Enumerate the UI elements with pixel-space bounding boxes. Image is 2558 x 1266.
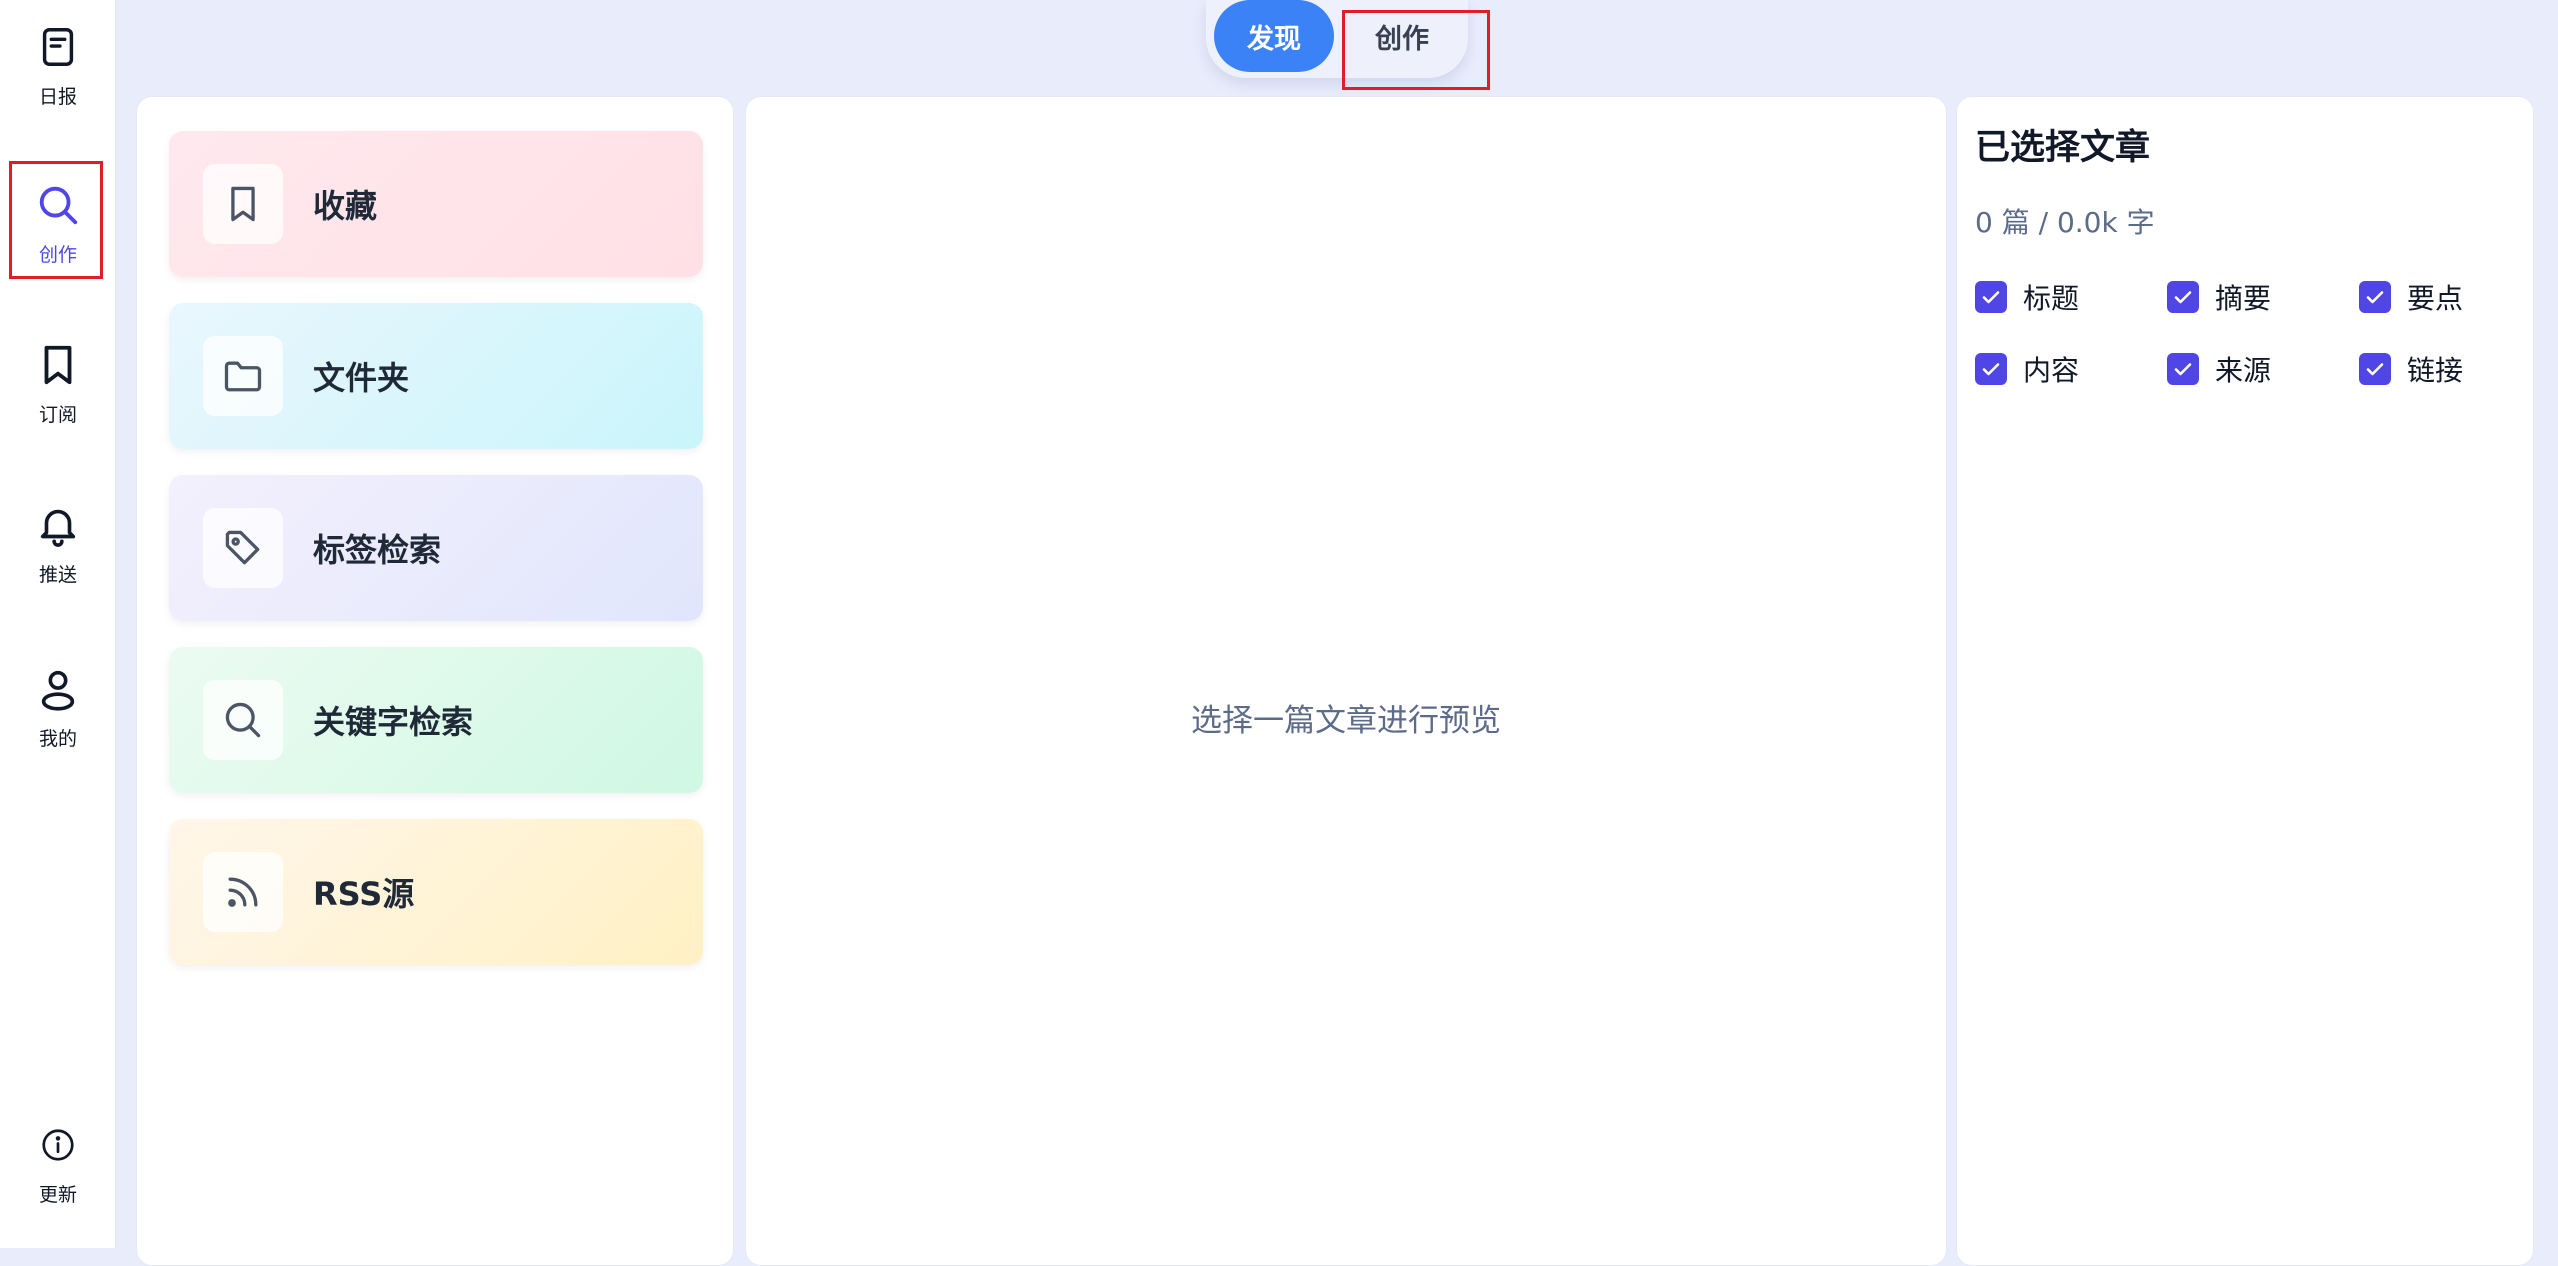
source-card-tag-search[interactable]: 标签检索 — [169, 475, 703, 621]
info-icon — [35, 1122, 81, 1168]
option-label: 摘要 — [2215, 282, 2272, 315]
source-card-label: 收藏 — [313, 187, 378, 225]
option-label: 要点 — [2407, 282, 2464, 315]
source-card-folder[interactable]: 文件夹 — [169, 303, 703, 449]
option-label: 链接 — [2407, 354, 2464, 387]
sidebar-item-update[interactable]: 更新 — [0, 1104, 116, 1224]
checkbox-checked-icon[interactable] — [2167, 353, 2199, 385]
sidebar-item-subscribe[interactable]: 订阅 — [0, 324, 116, 444]
tab-create[interactable]: 创作 — [1342, 0, 1462, 72]
newspaper-icon — [35, 24, 81, 70]
selected-title: 已选择文章 — [1975, 128, 2151, 168]
sidebar-item-label: 推送 — [38, 563, 77, 586]
search-icon — [35, 182, 81, 228]
bookmark-icon — [35, 342, 81, 388]
checkbox-checked-icon[interactable] — [2359, 281, 2391, 313]
sidebar-item-label: 日报 — [38, 85, 77, 108]
tab-discover[interactable]: 发现 — [1214, 0, 1334, 72]
folder-icon — [203, 336, 283, 416]
option-title[interactable]: 标题 — [1975, 277, 2079, 317]
sidebar-item-create[interactable]: 创作 — [0, 164, 116, 284]
sidebar-item-label: 更新 — [38, 1183, 77, 1206]
selected-stats: 0 篇 / 0.0k 字 — [1975, 206, 2155, 239]
source-card-keyword-search[interactable]: 关键字检索 — [169, 647, 703, 793]
rss-icon — [203, 852, 283, 932]
option-summary[interactable]: 摘要 — [2167, 277, 2271, 317]
sidebar-item-label: 我的 — [38, 727, 77, 750]
preview-hint: 选择一篇文章进行预览 — [1191, 703, 1501, 739]
sidebar-item-profile[interactable]: 我的 — [0, 648, 116, 768]
option-label: 标题 — [2023, 282, 2080, 315]
source-card-label: 标签检索 — [313, 531, 442, 569]
source-card-rss[interactable]: RSS源 — [169, 819, 703, 965]
preview-panel: 选择一篇文章进行预览 — [745, 96, 1947, 1266]
checkbox-checked-icon[interactable] — [2167, 281, 2199, 313]
option-label: 内容 — [2023, 354, 2080, 387]
source-panel: 收藏 文件夹 标签检索 关键字检索 RSS源 — [136, 96, 734, 1266]
bookmark-icon — [203, 164, 283, 244]
checkbox-checked-icon[interactable] — [1975, 353, 2007, 385]
sidebar-item-push[interactable]: 推送 — [0, 484, 116, 604]
option-content[interactable]: 内容 — [1975, 349, 2079, 389]
search-icon — [203, 680, 283, 760]
option-label: 来源 — [2215, 354, 2272, 387]
bell-icon — [35, 502, 81, 548]
source-card-label: 关键字检索 — [313, 703, 474, 741]
option-keypoints[interactable]: 要点 — [2359, 277, 2463, 317]
checkbox-checked-icon[interactable] — [2359, 353, 2391, 385]
tag-icon — [203, 508, 283, 588]
sidebar: 日报 创作 订阅 推送 我的 更新 — [0, 0, 116, 1248]
option-source[interactable]: 来源 — [2167, 349, 2271, 389]
user-icon — [35, 666, 81, 712]
source-card-label: RSS源 — [313, 875, 415, 913]
option-link[interactable]: 链接 — [2359, 349, 2463, 389]
selected-panel: 已选择文章 0 篇 / 0.0k 字 标题 摘要 要点 内容 来源 链接 — [1956, 96, 2534, 1266]
source-card-favorites[interactable]: 收藏 — [169, 131, 703, 277]
sidebar-item-label: 创作 — [38, 243, 77, 266]
source-card-label: 文件夹 — [313, 359, 410, 397]
sidebar-item-daily[interactable]: 日报 — [0, 6, 116, 126]
checkbox-checked-icon[interactable] — [1975, 281, 2007, 313]
sidebar-item-label: 订阅 — [38, 403, 77, 426]
